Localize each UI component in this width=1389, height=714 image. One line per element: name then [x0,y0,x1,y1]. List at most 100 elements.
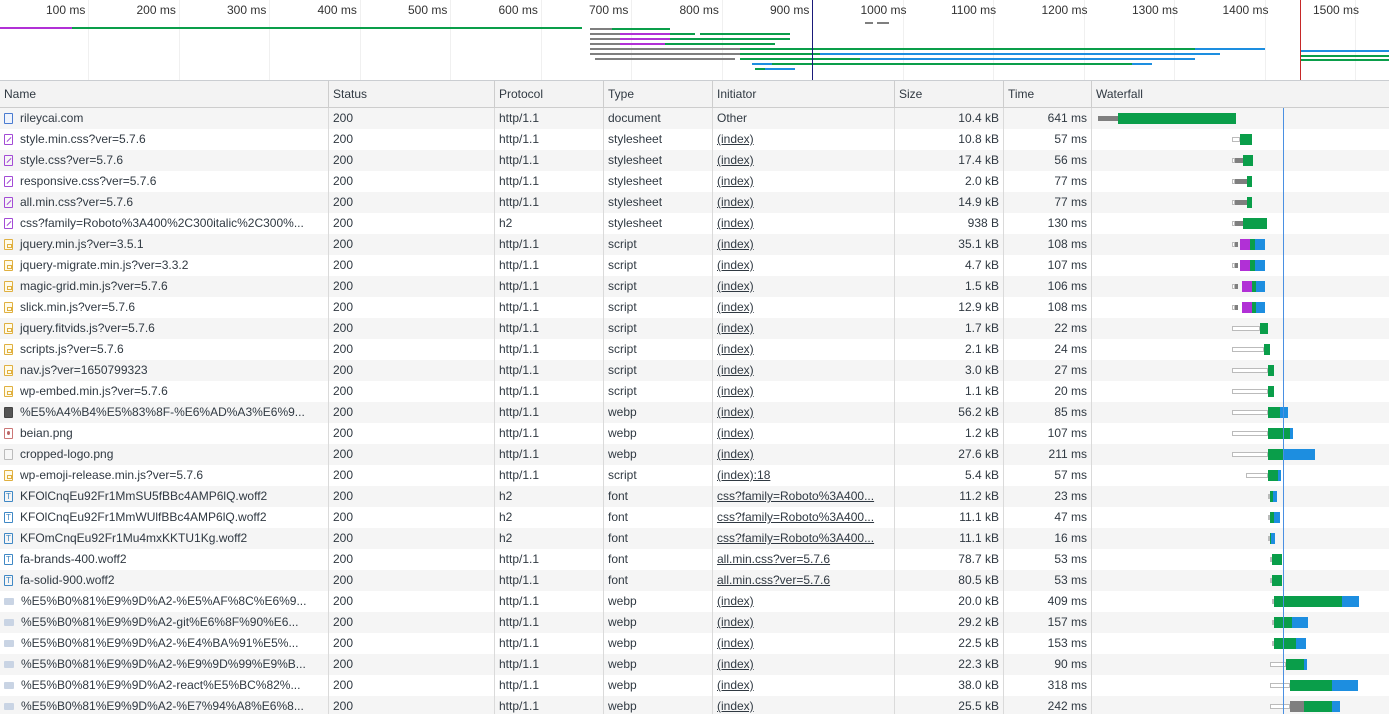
request-row[interactable]: KFOlCnqEu92Fr1MmSU5fBBc4AMP6lQ.woff2 200h… [0,486,1389,507]
request-row[interactable]: %E5%B0%81%E9%9D%A2-%E7%94%A8%E6%8... 200 h… [0,696,1389,714]
request-row[interactable]: responsive.css?ver=5.7.6 200 http/1.1 style… [0,171,1389,192]
waterfall-cell[interactable] [1092,318,1389,339]
waterfall-cell[interactable] [1092,696,1389,714]
initiator-link[interactable]: css?family=Roboto%3A400... [713,486,895,507]
waterfall-cell[interactable] [1092,360,1389,381]
initiator-link[interactable]: (index) [713,318,895,339]
waterfall-cell[interactable] [1092,570,1389,591]
waterfall-cell[interactable] [1092,549,1389,570]
waterfall-cell[interactable] [1092,591,1389,612]
request-row[interactable]: nav.js?ver=1650799323 200 http/1.1 script (i… [0,360,1389,381]
waterfall-cell[interactable] [1092,507,1389,528]
initiator-link[interactable]: (index) [713,423,895,444]
initiator-link[interactable]: (index) [713,192,895,213]
waterfall-cell[interactable] [1092,465,1389,486]
initiator-link[interactable]: (index) [713,276,895,297]
waterfall-cell[interactable] [1092,213,1389,234]
initiator-link[interactable]: (index) [713,213,895,234]
initiator-link[interactable]: (index) [713,150,895,171]
request-status: 200 [329,591,495,612]
request-row[interactable]: slick.min.js?ver=5.7.6 200 http/1.1 script(… [0,297,1389,318]
waterfall-cell[interactable] [1092,444,1389,465]
request-row[interactable]: jquery-migrate.min.js?ver=3.3.2 200 http/1… [0,255,1389,276]
request-row[interactable]: %E5%B0%81%E9%9D%A2-%E4%BA%91%E5%... 200 ht… [0,633,1389,654]
initiator-link[interactable]: (index) [713,591,895,612]
initiator-link[interactable]: (index) [713,255,895,276]
request-row[interactable]: css?family=Roboto%3A400%2C300italic%2C30… [0,213,1389,234]
request-row[interactable]: %E5%A4%B4%E5%83%8F-%E6%AD%A3%E6%9... 200 h… [0,402,1389,423]
initiator-link[interactable]: (index) [713,654,895,675]
waterfall-cell[interactable] [1092,486,1389,507]
initiator-link[interactable]: (index) [713,696,895,714]
initiator-link[interactable]: (index) [713,360,895,381]
request-row[interactable]: rileycai.com 200 http/1.1 document Other 10.4… [0,108,1389,129]
initiator-link[interactable]: (index) [713,171,895,192]
column-header-type[interactable]: Type [604,81,713,107]
waterfall-cell[interactable] [1092,276,1389,297]
initiator-link[interactable]: (index) [713,234,895,255]
initiator-link[interactable]: (index) [713,402,895,423]
request-type: script [604,297,713,318]
waterfall-cell[interactable] [1092,402,1389,423]
request-status: 200 [329,108,495,129]
initiator-link[interactable]: (index) [713,612,895,633]
initiator-link[interactable]: css?family=Roboto%3A400... [713,528,895,549]
request-row[interactable]: %E5%B0%81%E9%9D%A2-%E5%AF%8C%E6%9... 200 h… [0,591,1389,612]
waterfall-cell[interactable] [1092,255,1389,276]
request-row[interactable]: fa-brands-400.woff2 200http/1.1fontall.mi… [0,549,1389,570]
initiator-link[interactable]: (index) [713,633,895,654]
initiator-link[interactable]: (index) [713,339,895,360]
request-row[interactable]: cropped-logo.png 200 http/1.1 webp (index) 27… [0,444,1389,465]
initiator-link[interactable]: (index) [713,129,895,150]
request-row[interactable]: %E5%B0%81%E9%9D%A2-git%E6%8F%90%E6... 200… [0,612,1389,633]
request-row[interactable]: style.css?ver=5.7.6 200 http/1.1 stylesheet… [0,150,1389,171]
request-row[interactable]: all.min.css?ver=5.7.6 200 http/1.1 styleshe… [0,192,1389,213]
request-row[interactable]: magic-grid.min.js?ver=5.7.6 200 http/1.1 sc… [0,276,1389,297]
request-protocol: http/1.1 [495,276,604,297]
waterfall-cell[interactable] [1092,339,1389,360]
waterfall-cell[interactable] [1092,297,1389,318]
initiator-link[interactable]: (index) [713,675,895,696]
waterfall-cell[interactable] [1092,234,1389,255]
waterfall-cell[interactable] [1092,633,1389,654]
waterfall-cell[interactable] [1092,381,1389,402]
column-header-waterfall[interactable]: Waterfall [1092,81,1389,107]
column-header-time[interactable]: Time [1004,81,1092,107]
initiator-link[interactable]: css?family=Roboto%3A400... [713,507,895,528]
initiator-link[interactable]: all.min.css?ver=5.7.6 [713,549,895,570]
initiator-link[interactable]: (index) [713,444,895,465]
request-row[interactable]: fa-solid-900.woff2 200http/1.1fontall.min… [0,570,1389,591]
request-row[interactable]: jquery.min.js?ver=3.5.1 200 http/1.1 script… [0,234,1389,255]
waterfall-cell[interactable] [1092,129,1389,150]
request-row[interactable]: %E5%B0%81%E9%9D%A2-%E9%9D%99%E9%B... 200 h… [0,654,1389,675]
initiator-link[interactable]: all.min.css?ver=5.7.6 [713,570,895,591]
column-header-protocol[interactable]: Protocol [495,81,604,107]
waterfall-cell[interactable] [1092,192,1389,213]
waterfall-cell[interactable] [1092,528,1389,549]
request-row[interactable]: %E5%B0%81%E9%9D%A2-react%E5%BC%82%... 200… [0,675,1389,696]
request-row[interactable]: KFOmCnqEu92Fr1Mu4mxKKTU1Kg.woff2 200h2fon… [0,528,1389,549]
overview-timeline[interactable]: 100 ms 200 ms 300 ms 400 ms 500 ms 600 ms 700 … [0,0,1389,81]
request-row[interactable]: KFOlCnqEu92Fr1MmWUlfBBc4AMP6lQ.woff2 200h… [0,507,1389,528]
request-row[interactable]: jquery.fitvids.js?ver=5.7.6 200 http/1.1 sc… [0,318,1389,339]
request-row[interactable]: wp-emoji-release.min.js?ver=5.7.6 200 http… [0,465,1389,486]
waterfall-cell[interactable] [1092,171,1389,192]
waterfall-cell[interactable] [1092,612,1389,633]
initiator-link[interactable]: (index) [713,381,895,402]
waterfall-cell[interactable] [1092,108,1389,129]
waterfall-cell[interactable] [1092,150,1389,171]
timeline-gridline [631,0,632,80]
initiator-link[interactable]: (index) [713,297,895,318]
request-row[interactable]: wp-embed.min.js?ver=5.7.6 200 http/1.1 scri… [0,381,1389,402]
column-header-size[interactable]: Size [895,81,1004,107]
request-row[interactable]: style.min.css?ver=5.7.6 200 http/1.1 styles… [0,129,1389,150]
column-header-status[interactable]: Status [329,81,495,107]
request-row[interactable]: scripts.js?ver=5.7.6 200 http/1.1 script (in… [0,339,1389,360]
request-row[interactable]: beian.png 200 http/1.1 webp (index) 1.2 kB 107… [0,423,1389,444]
waterfall-cell[interactable] [1092,675,1389,696]
initiator-link[interactable]: (index):18 [713,465,895,486]
waterfall-cell[interactable] [1092,654,1389,675]
waterfall-cell[interactable] [1092,423,1389,444]
column-header-initiator[interactable]: Initiator [713,81,895,107]
column-header-name[interactable]: Name [0,81,329,107]
